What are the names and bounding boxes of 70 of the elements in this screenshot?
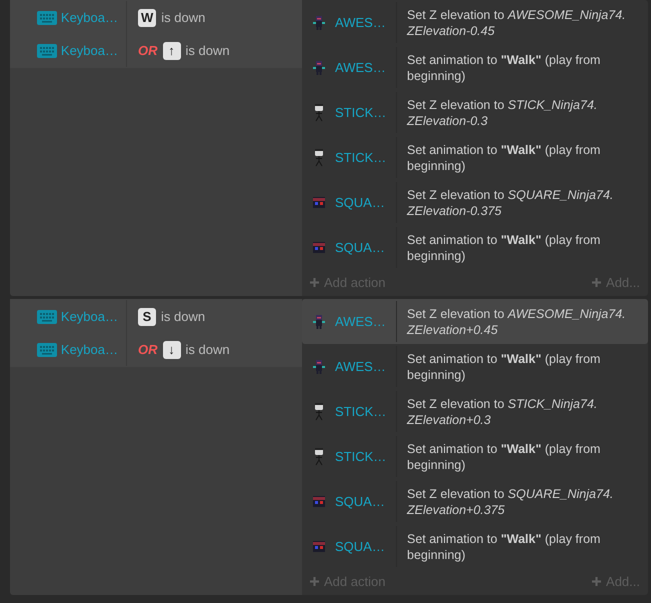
object-name[interactable]: Keyboa… xyxy=(60,340,118,360)
key-cap: ↓ xyxy=(162,340,180,358)
key-cap: W xyxy=(138,8,156,26)
object-name[interactable]: AWES… xyxy=(335,356,386,376)
object-name[interactable]: STICK… xyxy=(335,402,386,422)
action-text: Set Z elevation to STICK_Ninja74. ZElevation-0.3 xyxy=(407,96,598,128)
keyboard-icon xyxy=(36,342,57,356)
action-text: Set animation to "Walk" (play from beginning) xyxy=(407,530,602,562)
object-name[interactable]: STICK… xyxy=(335,446,386,466)
stick-figure-icon xyxy=(314,104,324,122)
object-name[interactable]: STICK… xyxy=(335,102,386,122)
object-name[interactable]: Keyboa… xyxy=(60,306,118,326)
action-text: Set animation to "Walk" (play from beginning) xyxy=(407,440,602,472)
action-text: Set animation to "Walk" (play from beginning) xyxy=(407,142,602,174)
action-row[interactable]: STICK… Set Z elevation to STICK_Ninja74. ZElevation-0.3 xyxy=(302,90,648,135)
keyboard-icon xyxy=(36,44,57,58)
ninja-figure-icon xyxy=(313,360,325,374)
action-row[interactable]: SQUA… Set animation to "Walk" (play from beginning) xyxy=(302,524,648,569)
action-text: Set animation to "Walk" (play from beginning) xyxy=(407,52,602,84)
action-row[interactable]: SQUA… Set animation to "Walk" (play from beginning) xyxy=(302,225,648,270)
action-row[interactable]: SQUA… Set Z elevation to SQUARE_Ninja74. ZElevation-0.375 xyxy=(302,180,648,225)
square-figure-icon xyxy=(313,496,325,507)
condition-text: is down xyxy=(186,340,230,359)
object-name[interactable]: SQUA… xyxy=(335,536,385,556)
square-figure-icon xyxy=(313,197,325,208)
object-name[interactable]: AWES… xyxy=(335,58,386,78)
ninja-figure-icon xyxy=(313,314,325,328)
condition-text: is down xyxy=(161,8,206,27)
keyboard-icon xyxy=(36,310,57,324)
action-text: Set Z elevation to SQUARE_Ninja74. ZElevation+0.375 xyxy=(407,486,614,518)
plus-icon xyxy=(310,278,319,287)
action-text: Set Z elevation to SQUARE_Ninja74. ZElevation-0.375 xyxy=(407,186,614,218)
stick-figure-icon xyxy=(314,148,324,166)
or-label: OR xyxy=(138,42,158,60)
plus-icon xyxy=(592,577,602,586)
object-name[interactable]: STICK… xyxy=(335,148,386,168)
action-row[interactable]: AWES… Set Z elevation to AWESOME_Ninja74. ZElevation-0.45 xyxy=(302,0,648,45)
action-text: Set Z elevation to STICK_Ninja74. ZElevation+0.3 xyxy=(407,396,598,428)
object-name[interactable]: SQUA… xyxy=(335,238,385,258)
ninja-figure-icon xyxy=(313,60,325,74)
action-text: Set animation to "Walk" (play from beginning) xyxy=(407,232,602,264)
object-name[interactable]: SQUA… xyxy=(335,192,385,212)
ninja-figure-icon xyxy=(313,16,325,30)
action-row[interactable]: STICK… Set Z elevation to STICK_Ninja74. ZElevation+0.3 xyxy=(302,389,648,434)
object-name[interactable]: SQUA… xyxy=(335,492,385,512)
stick-figure-icon xyxy=(314,448,324,466)
condition-text: is down xyxy=(161,308,206,326)
action-row[interactable]: AWES… Set animation to "Walk" (play from beginning) xyxy=(302,45,648,90)
object-name[interactable]: AWES… xyxy=(335,312,386,332)
key-cap: ↑ xyxy=(162,42,180,60)
action-text: Set Z elevation to AWESOME_Ninja74. ZElevation+0.45 xyxy=(407,306,627,338)
action-row[interactable]: STICK… Set animation to "Walk" (play from beginning) xyxy=(302,135,648,180)
keyboard-icon xyxy=(36,10,57,24)
object-name[interactable]: Keyboa… xyxy=(60,40,118,60)
condition-text: is down xyxy=(186,42,230,60)
action-text: Set animation to "Walk" (play from beginning) xyxy=(407,350,602,382)
key-cap: S xyxy=(138,308,156,326)
square-figure-icon xyxy=(313,541,325,552)
plus-icon xyxy=(592,278,602,287)
object-name[interactable]: AWES… xyxy=(335,12,386,32)
square-figure-icon xyxy=(313,242,325,253)
plus-icon xyxy=(310,577,319,586)
action-text: Set Z elevation to AWESOME_Ninja74. ZElevation-0.45 xyxy=(407,6,627,38)
action-row[interactable]: AWES… Set animation to "Walk" (play from beginning) xyxy=(302,344,648,389)
action-row[interactable]: SQUA… Set Z elevation to SQUARE_Ninja74. ZElevation+0.375 xyxy=(302,479,648,524)
action-row[interactable]: AWES… Set Z elevation to AWESOME_Ninja74. ZElevation+0.45 xyxy=(302,299,648,344)
stick-figure-icon xyxy=(314,402,324,420)
action-row[interactable]: STICK… Set animation to "Walk" (play from beginning) xyxy=(302,434,648,479)
or-label: OR xyxy=(138,340,158,359)
object-name[interactable]: Keyboa… xyxy=(60,8,118,28)
